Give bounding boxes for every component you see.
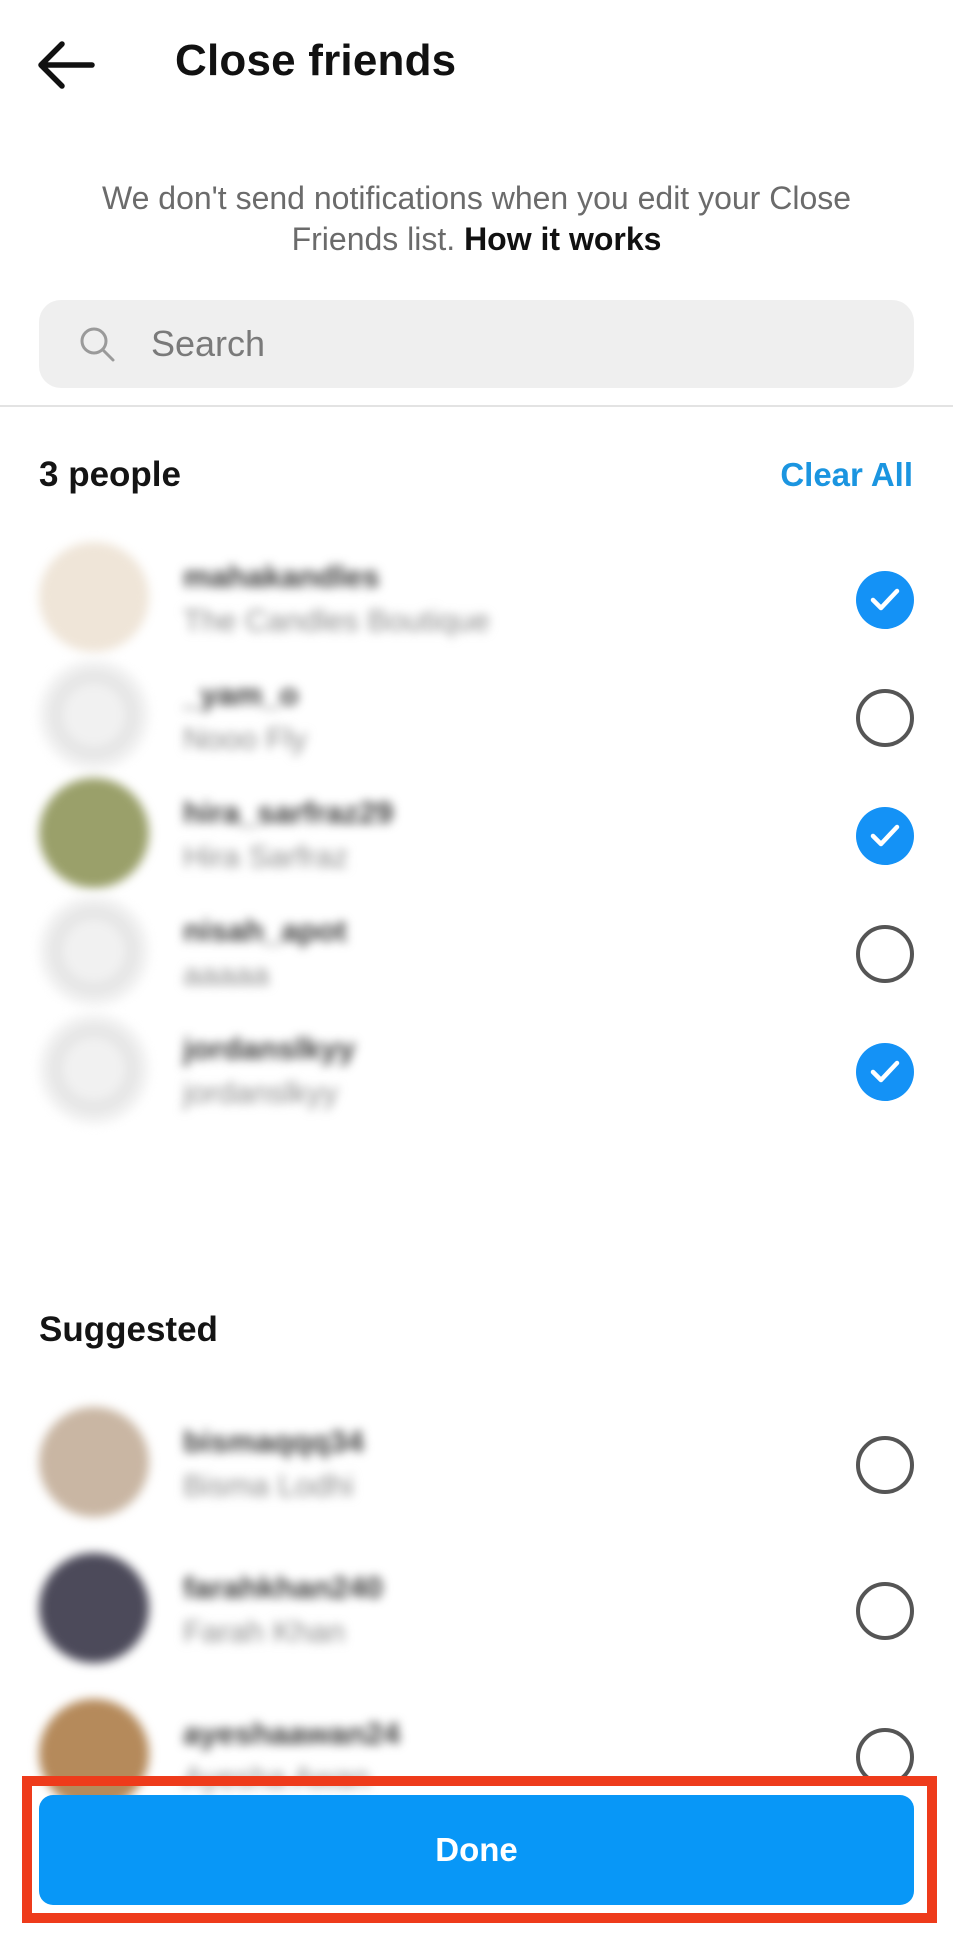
username: jordanslkyy: [183, 1031, 356, 1066]
page-title: Close friends: [175, 36, 457, 85]
full-name: Nooo Fly: [183, 721, 308, 756]
checked-circle-icon[interactable]: [856, 807, 914, 865]
checked-circle-icon[interactable]: [856, 571, 914, 629]
done-button[interactable]: Done: [39, 1795, 914, 1905]
close-friends-screen: Close friends We don't send notification…: [0, 0, 953, 1933]
avatar: [39, 660, 149, 770]
clear-all-button[interactable]: Clear All: [780, 456, 913, 494]
unchecked-circle-icon[interactable]: [856, 1582, 914, 1640]
unchecked-circle-icon[interactable]: [856, 925, 914, 983]
search-icon: [80, 327, 115, 362]
back-button[interactable]: [32, 36, 102, 94]
full-name: jordanslkyy: [183, 1075, 339, 1110]
full-name: aaaaa: [183, 957, 270, 992]
arrow-left-icon: [38, 41, 95, 89]
divider: [0, 405, 953, 407]
header: Close friends: [0, 0, 953, 130]
search-bar[interactable]: [39, 300, 914, 388]
avatar: [39, 542, 149, 652]
list-item[interactable]: jordanslkyy jordanslkyy: [0, 999, 953, 1139]
unchecked-circle-icon[interactable]: [856, 689, 914, 747]
username: _yam_o: [183, 677, 299, 712]
notice-text: We don't send notifications when you edi…: [90, 178, 863, 260]
username: nisah_apot: [183, 913, 347, 948]
avatar: [39, 896, 149, 1006]
username: ayeshaawan24: [183, 1716, 401, 1751]
username: mahakandles: [183, 559, 380, 594]
avatar: [39, 1407, 149, 1517]
username: farahkhan240: [183, 1570, 383, 1605]
unchecked-circle-icon[interactable]: [856, 1436, 914, 1494]
username: hira_sarfraz29: [183, 795, 394, 830]
checked-circle-icon[interactable]: [856, 1043, 914, 1101]
search-input[interactable]: [151, 300, 891, 388]
avatar: [39, 1553, 149, 1663]
list-item[interactable]: farahkhan240 Farah Khan: [0, 1538, 953, 1678]
full-name: The Candles Boutique: [183, 603, 490, 638]
suggested-heading: Suggested: [39, 1310, 218, 1349]
full-name: Hira Sarfraz: [183, 839, 349, 874]
avatar: [39, 778, 149, 888]
full-name: Bisma Lodhi: [183, 1468, 354, 1503]
people-count: 3 people: [39, 455, 181, 494]
how-it-works-link[interactable]: How it works: [464, 221, 661, 257]
avatar: [39, 1014, 149, 1124]
list-item[interactable]: bismaqqq34 Bisma Lodhi: [0, 1392, 953, 1532]
full-name: Farah Khan: [183, 1614, 345, 1649]
username: bismaqqq34: [183, 1424, 364, 1459]
